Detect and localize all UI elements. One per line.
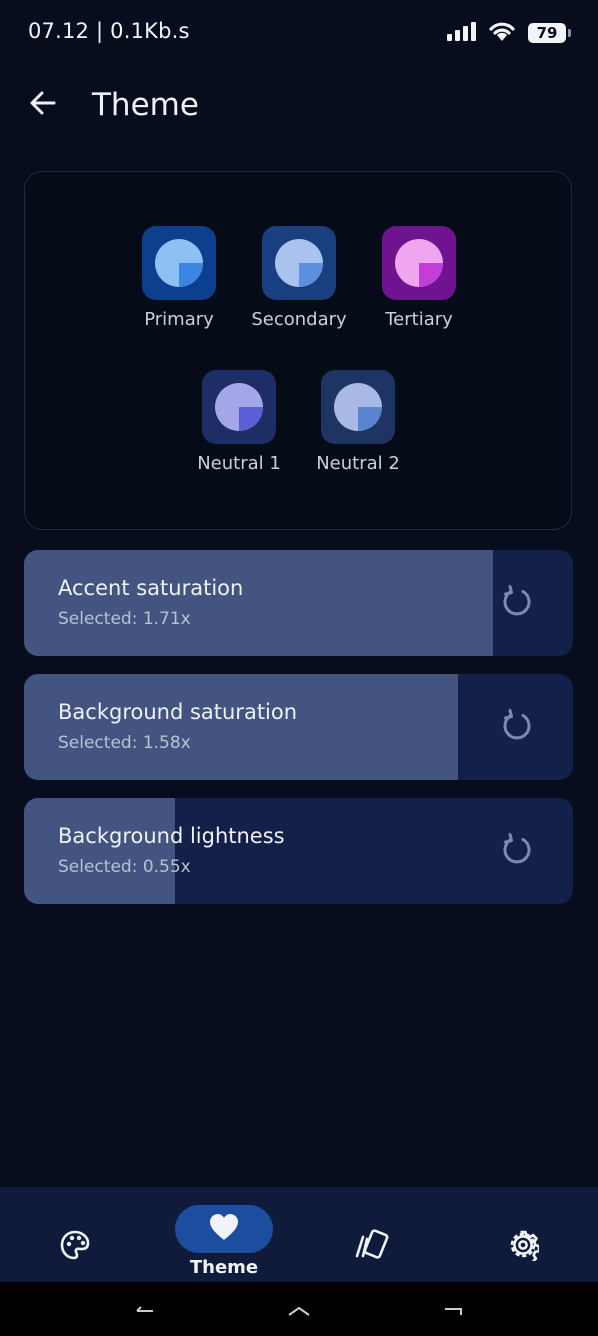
status-icons: 79: [446, 20, 571, 46]
system-home-key[interactable]: [288, 1300, 310, 1321]
reset-button[interactable]: [499, 585, 535, 621]
swatch-tile: [382, 226, 456, 300]
accent-saturation-slider[interactable]: Accent saturation Selected: 1.71x: [24, 550, 573, 656]
slider-fill: [24, 550, 493, 656]
swatch-tile: [142, 226, 216, 300]
palette-icon: [59, 1229, 91, 1265]
page-title: Theme: [92, 87, 199, 123]
swatch-tile: [262, 226, 336, 300]
swatch-secondary[interactable]: Secondary: [239, 226, 359, 330]
slider-fill: [24, 798, 175, 904]
nav-item-cards[interactable]: [333, 1187, 413, 1282]
slider-title: Accent saturation: [58, 576, 244, 600]
swatch-color-icon: [215, 383, 263, 431]
swatch-primary[interactable]: Primary: [119, 226, 239, 330]
palette-card: Primary Secondary Tertiary Neutral 1 Neu…: [24, 171, 572, 530]
status-time-speed: 07.12 | 0.1Kb.s: [28, 19, 190, 43]
nav-item-settings[interactable]: [483, 1187, 563, 1282]
arrow-left-icon: [29, 89, 57, 121]
reset-icon: [501, 585, 533, 621]
wifi-icon: [488, 20, 516, 46]
nav-active-indicator: [175, 1205, 273, 1253]
slider-selected-value: Selected: 1.71x: [58, 609, 191, 629]
nav-item-theme[interactable]: Theme: [166, 1187, 282, 1282]
swatch-neutral-1[interactable]: Neutral 1: [179, 370, 299, 474]
app-bar: Theme: [0, 70, 598, 140]
swatch-label: Secondary: [251, 309, 347, 330]
swatch-neutral-2[interactable]: Neutral 2: [298, 370, 418, 474]
battery-icon: 79: [528, 23, 571, 43]
gear-icon: [507, 1229, 541, 1265]
swatch-tile: [321, 370, 395, 444]
cards-icon: [354, 1229, 392, 1267]
swatch-color-icon: [155, 239, 203, 287]
nav-item-palette[interactable]: [35, 1187, 115, 1282]
reset-icon: [501, 709, 533, 745]
slider-fill: [24, 674, 458, 780]
background-saturation-slider[interactable]: Background saturation Selected: 1.58x: [24, 674, 573, 780]
background-lightness-slider[interactable]: Background lightness Selected: 0.55x: [24, 798, 573, 904]
status-bar: 07.12 | 0.1Kb.s 79: [0, 0, 598, 66]
swatch-label: Neutral 1: [197, 453, 281, 474]
swatch-color-icon: [275, 239, 323, 287]
swatch-color-icon: [395, 239, 443, 287]
slider-title: Background lightness: [58, 824, 285, 848]
slider-selected-value: Selected: 0.55x: [58, 857, 191, 877]
reset-button[interactable]: [499, 833, 535, 869]
swatch-tile: [202, 370, 276, 444]
reset-icon: [501, 833, 533, 869]
swatch-tertiary[interactable]: Tertiary: [359, 226, 479, 330]
slider-selected-value: Selected: 1.58x: [58, 733, 191, 753]
swatch-label: Primary: [144, 309, 214, 330]
slider-title: Background saturation: [58, 700, 298, 724]
bottom-nav: Theme: [0, 1187, 598, 1282]
swatch-color-icon: [334, 383, 382, 431]
heart-icon: [208, 1212, 240, 1246]
system-recents-key[interactable]: [444, 1300, 462, 1321]
system-nav-bar: [0, 1282, 598, 1336]
nav-label: Theme: [189, 1257, 259, 1278]
swatch-label: Tertiary: [385, 309, 453, 330]
back-button[interactable]: [22, 84, 64, 126]
reset-button[interactable]: [499, 709, 535, 745]
signal-icon: [446, 21, 476, 45]
swatch-label: Neutral 2: [316, 453, 400, 474]
system-back-key[interactable]: [136, 1300, 154, 1321]
